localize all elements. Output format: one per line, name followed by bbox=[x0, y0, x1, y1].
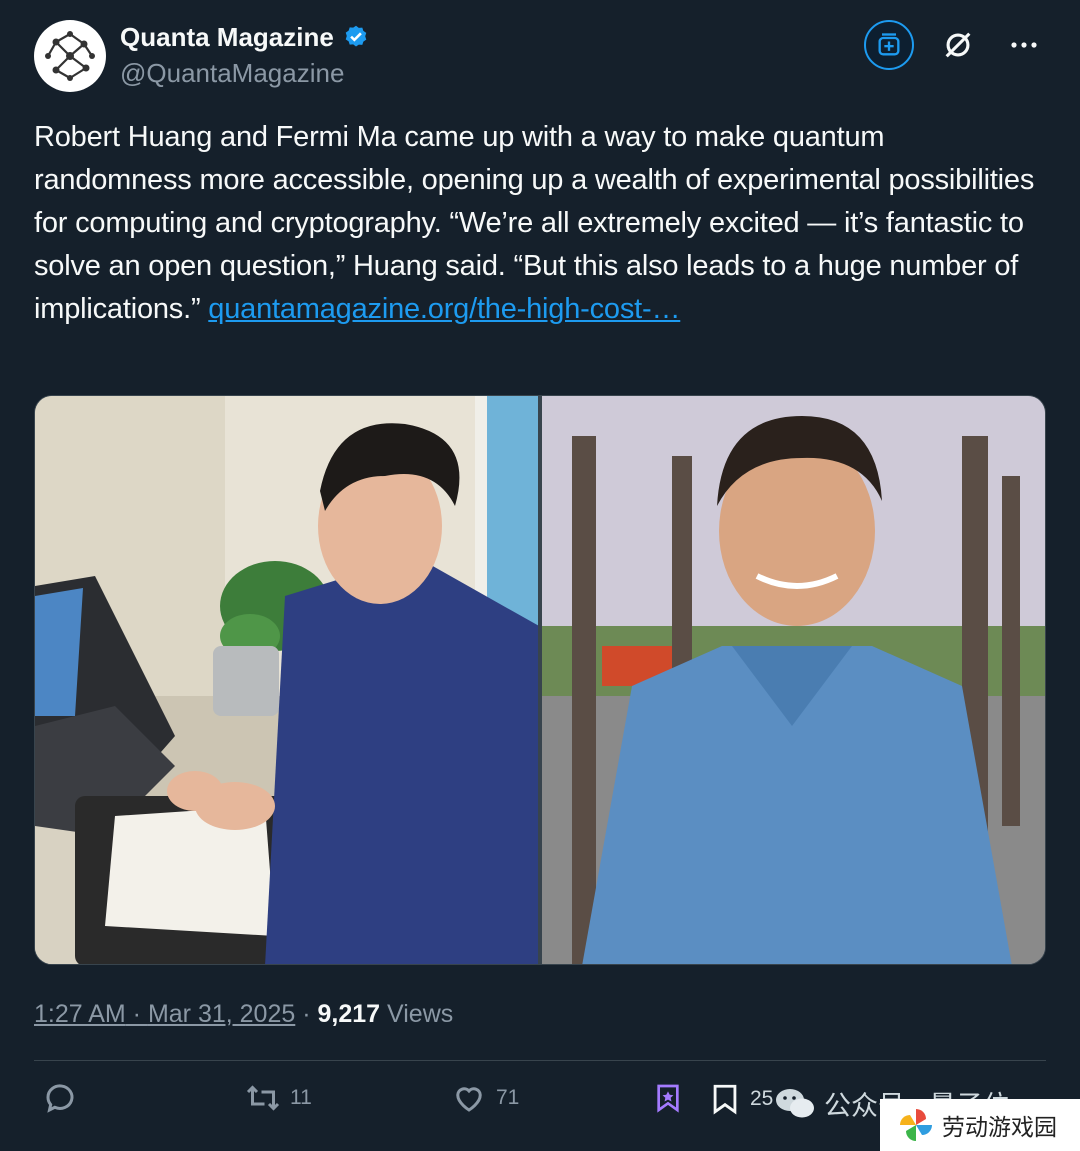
site-watermark: 劳动游戏园 bbox=[880, 1099, 1080, 1151]
tweet-meta: 1:27 AM · Mar 31, 2025 · 9,217 Views bbox=[34, 1000, 453, 1029]
heart-icon bbox=[456, 1087, 482, 1112]
verified-badge-icon bbox=[345, 25, 367, 47]
top-actions bbox=[864, 20, 1046, 70]
views-label: Views bbox=[380, 1000, 454, 1028]
bookmark-button[interactable]: 25 bbox=[708, 1080, 773, 1118]
author-avatar[interactable] bbox=[34, 20, 106, 92]
photo-fermi-ma[interactable] bbox=[542, 396, 1045, 964]
grok-button[interactable] bbox=[864, 20, 914, 70]
like-button[interactable]: 71 bbox=[450, 1080, 519, 1116]
more-button[interactable] bbox=[1002, 23, 1046, 67]
like-count: 71 bbox=[496, 1086, 520, 1109]
bookmark-star-icon bbox=[657, 1084, 679, 1113]
retweet-count: 11 bbox=[290, 1086, 312, 1109]
reply-icon bbox=[46, 1084, 74, 1113]
reply-button[interactable] bbox=[42, 1080, 78, 1116]
more-dots-icon bbox=[1011, 42, 1037, 48]
add-post-icon bbox=[878, 33, 900, 56]
bookmark-icon bbox=[713, 1084, 737, 1115]
timestamp-separator[interactable]: · bbox=[126, 1000, 148, 1028]
save-to-folder-button[interactable] bbox=[652, 1080, 684, 1116]
retweet-button[interactable]: 11 bbox=[244, 1080, 312, 1116]
author-handle[interactable]: @QuantaMagazine bbox=[120, 58, 344, 89]
bookmark-count: 25 bbox=[750, 1087, 774, 1110]
grok-icon-button[interactable] bbox=[936, 23, 980, 67]
timestamp-date[interactable]: Mar 31, 2025 bbox=[148, 1000, 295, 1028]
tweet-text: Robert Huang and Fermi Ma came up with a… bbox=[34, 116, 1046, 331]
grok-icon bbox=[945, 32, 971, 58]
author-name-row[interactable]: Quanta Magazine bbox=[120, 22, 370, 53]
views-count: 9,217 bbox=[317, 1000, 381, 1028]
portrait-photo-right bbox=[542, 396, 1045, 964]
meta-dot: · bbox=[295, 1000, 318, 1028]
wechat-icon bbox=[776, 1088, 814, 1117]
watermark-text: 劳动游戏园 bbox=[942, 1115, 1057, 1141]
article-link[interactable]: quantamagazine.org/the-high-cost-… bbox=[208, 293, 680, 325]
portrait-photo-left bbox=[35, 396, 538, 964]
author-name[interactable]: Quanta Magazine bbox=[120, 22, 334, 53]
timestamp-time[interactable]: 1:27 AM bbox=[34, 1000, 126, 1028]
photo-robert-huang[interactable] bbox=[35, 396, 538, 964]
pinwheel-logo-icon bbox=[900, 1109, 932, 1141]
divider bbox=[34, 1060, 1046, 1061]
retweet-icon bbox=[246, 1085, 280, 1111]
tweet-media[interactable] bbox=[34, 395, 1046, 965]
quanta-logo-icon bbox=[45, 31, 95, 81]
